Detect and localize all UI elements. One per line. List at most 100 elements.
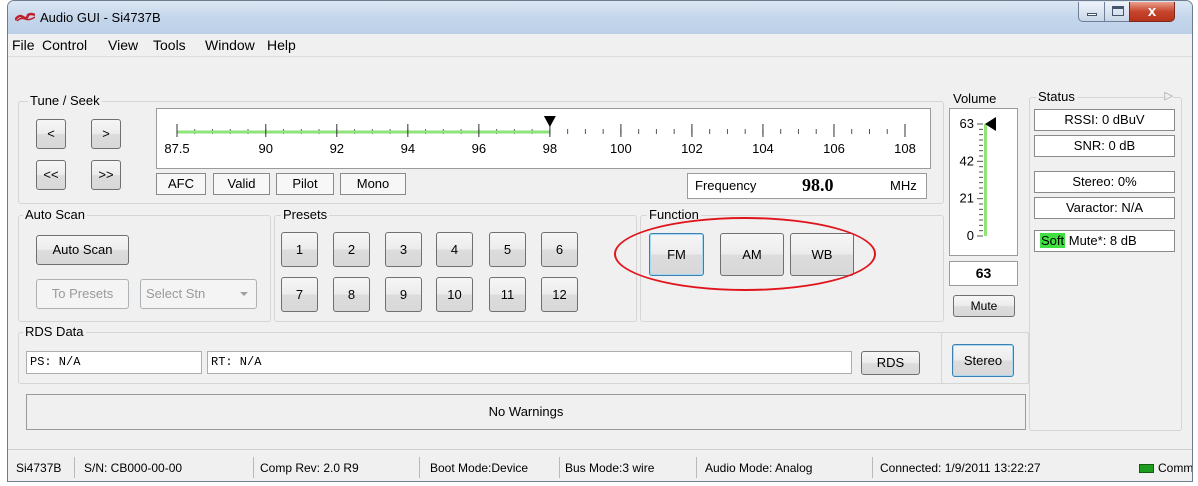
preset-button-2[interactable]: 2	[333, 232, 370, 267]
comp-rev: Comp Rev: 2.0 R9	[260, 461, 359, 475]
mute-button[interactable]: Mute	[953, 295, 1015, 317]
wb-button[interactable]: WB	[790, 233, 854, 276]
rds-button[interactable]: RDS	[861, 351, 920, 375]
volume-tick-label: 0	[967, 228, 974, 243]
status-divider	[559, 457, 560, 478]
seek-down-button[interactable]: <<	[36, 160, 66, 190]
volume-value: 63	[949, 261, 1018, 286]
frequency-value: 98.0	[802, 175, 834, 195]
varactor-status: Varactor: N/A	[1034, 197, 1175, 219]
scale-tick-label: 94	[401, 141, 415, 156]
preset-button-8[interactable]: 8	[333, 277, 370, 312]
minimize-button[interactable]	[1078, 2, 1105, 22]
title-bar[interactable]: Audio GUI - Si4737B x	[8, 1, 1192, 34]
rds-label: RDS Data	[23, 324, 86, 340]
auto-scan-button[interactable]: Auto Scan	[36, 235, 129, 265]
serial-number: S/N: CB000-00-00	[84, 461, 183, 475]
device-name: Si4737B	[16, 461, 62, 475]
status-divider	[872, 457, 873, 478]
menu-view[interactable]: View	[108, 34, 138, 57]
minimize-icon	[1087, 13, 1097, 16]
status-divider	[253, 457, 254, 478]
tune-up-button[interactable]: >	[91, 119, 121, 149]
scale-tick-label: 98	[543, 141, 557, 156]
volume-slider[interactable]: 63 42 21 0	[949, 108, 1018, 256]
am-button[interactable]: AM	[720, 233, 784, 276]
frequency-scale[interactable]: 87.5 90 92 94 96 98 100 102 104 106 108	[156, 108, 931, 169]
connected-time: Connected: 1/9/2011 13:22:27	[880, 461, 1041, 475]
maximize-icon	[1112, 6, 1124, 16]
presets-label: Presets	[281, 207, 330, 223]
menu-tools[interactable]: Tools	[153, 34, 186, 57]
tune-seek-label: Tune / Seek	[28, 93, 102, 109]
select-station-value: Select Stn	[146, 286, 206, 301]
window-title: Audio GUI - Si4737B	[40, 10, 161, 25]
stereo-status: Stereo: 0%	[1034, 171, 1175, 193]
scale-tick-label: 100	[610, 141, 632, 156]
preset-button-5[interactable]: 5	[489, 232, 526, 267]
preset-button-7[interactable]: 7	[281, 277, 318, 312]
preset-button-11[interactable]: 11	[489, 277, 526, 312]
scale-tick-label: 92	[330, 141, 344, 156]
menu-bar: File Control View Tools Window Help	[8, 34, 1192, 57]
mono-indicator: Mono	[340, 173, 406, 195]
silabs-logo-icon	[15, 12, 35, 22]
app-window: Audio GUI - Si4737B x File Control View …	[7, 0, 1193, 482]
status-divider	[74, 457, 75, 478]
afc-indicator: AFC	[156, 173, 206, 195]
soft-mute-status: Soft Mute*: 8 dB	[1034, 230, 1175, 252]
snr-status: SNR: 0 dB	[1034, 135, 1175, 157]
frequency-label: Frequency	[695, 178, 757, 193]
scale-tick-label: 87.5	[164, 141, 189, 156]
tuning-pointer-icon	[543, 116, 556, 127]
scale-tick-label: 106	[823, 141, 845, 156]
menu-control[interactable]: Control	[42, 34, 87, 57]
preset-button-6[interactable]: 6	[541, 232, 578, 267]
to-presets-button[interactable]: To Presets	[36, 279, 129, 309]
function-label: Function	[647, 207, 701, 223]
chevron-down-icon	[240, 292, 248, 296]
comm-status: Comm	[1158, 461, 1193, 475]
rt-field[interactable]: RT: N/A	[207, 351, 852, 374]
menu-window[interactable]: Window	[205, 34, 255, 57]
tune-down-button[interactable]: <	[36, 119, 66, 149]
status-bar: Si4737B S/N: CB000-00-00 Comp Rev: 2.0 R…	[8, 449, 1193, 481]
close-icon: x	[1147, 3, 1157, 20]
scale-tick-label: 96	[472, 141, 486, 156]
boot-mode: Boot Mode:Device	[430, 461, 529, 475]
soft-mute-text: Mute*: 8 dB	[1065, 233, 1137, 248]
scale-tick-label: 104	[752, 141, 774, 156]
volume-scale-graphic: 63 42 21 0	[960, 116, 996, 243]
menu-file[interactable]: File	[12, 34, 35, 57]
maximize-button[interactable]	[1104, 2, 1130, 22]
rssi-status: RSSI: 0 dBuV	[1034, 109, 1175, 131]
preset-button-1[interactable]: 1	[281, 232, 318, 267]
preset-button-9[interactable]: 9	[385, 277, 422, 312]
ps-field[interactable]: PS: N/A	[26, 351, 202, 374]
preset-button-10[interactable]: 10	[436, 277, 473, 312]
volume-level-bar	[984, 124, 987, 236]
volume-tick-label: 21	[960, 191, 974, 206]
close-button[interactable]: x	[1129, 2, 1175, 22]
stereo-button[interactable]: Stereo	[952, 344, 1014, 377]
status-divider	[696, 457, 697, 478]
auto-scan-label: Auto Scan	[23, 207, 87, 223]
audio-mode: Audio Mode: Analog	[705, 461, 813, 475]
preset-button-3[interactable]: 3	[385, 232, 422, 267]
seek-up-button[interactable]: >>	[91, 160, 121, 190]
expand-arrow-icon[interactable]: ▷	[1164, 88, 1173, 104]
menu-help[interactable]: Help	[267, 34, 296, 57]
frequency-scale-graphic: 87.5 90 92 94 96 98 100 102 104 106 108	[164, 116, 916, 156]
bus-mode: Bus Mode:3 wire	[565, 461, 655, 475]
frequency-readout: Frequency 98.0 MHz	[687, 173, 927, 199]
warnings-panel: No Warnings	[26, 394, 1026, 430]
scale-tick-label: 108	[894, 141, 916, 156]
preset-button-4[interactable]: 4	[436, 232, 473, 267]
fm-button[interactable]: FM	[649, 233, 704, 276]
select-station-dropdown[interactable]: Select Stn	[140, 279, 257, 309]
preset-button-12[interactable]: 12	[541, 277, 578, 312]
volume-label: Volume	[953, 91, 997, 106]
pilot-indicator: Pilot	[276, 173, 334, 195]
valid-indicator: Valid	[213, 173, 270, 195]
scale-tick-label: 90	[259, 141, 273, 156]
